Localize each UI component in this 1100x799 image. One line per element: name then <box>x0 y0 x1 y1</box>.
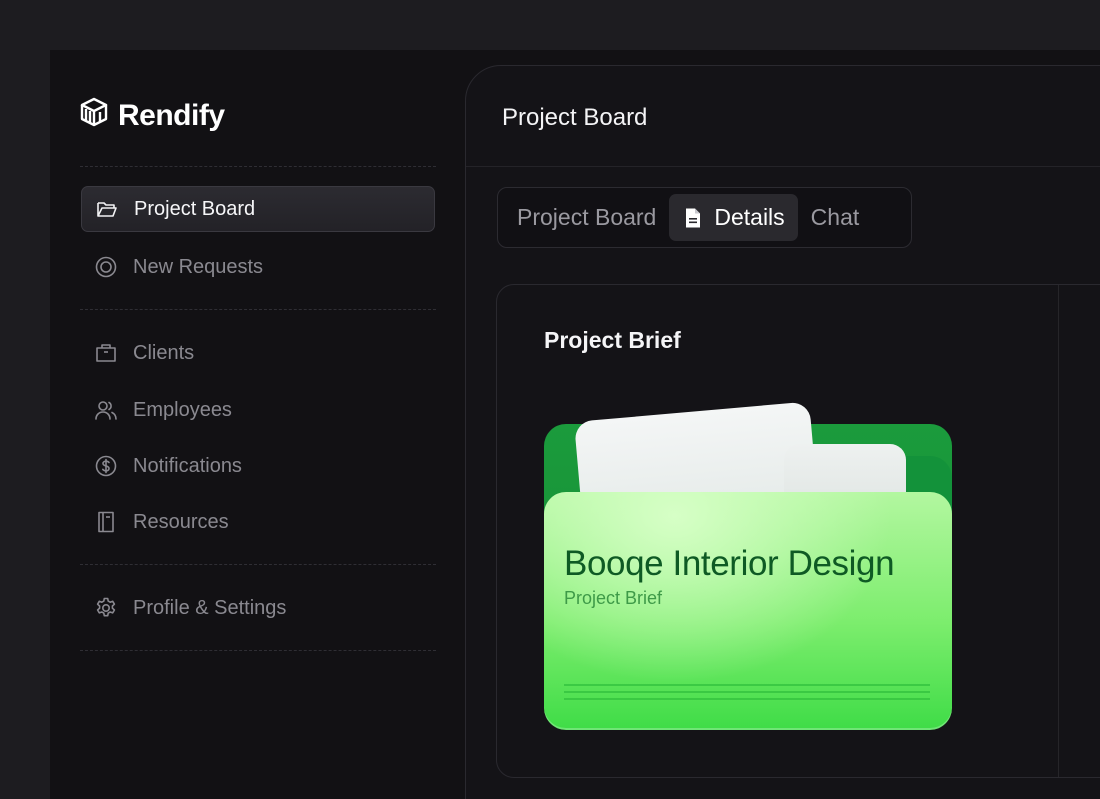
gear-icon <box>94 596 118 620</box>
sidebar-item-label: Notifications <box>133 454 242 477</box>
sidebar-item-profile-settings[interactable]: Profile & Settings <box>81 585 435 631</box>
sidebar-item-label: Project Board <box>134 197 256 220</box>
sidebar-divider <box>80 309 436 310</box>
main-panel: Project Board Project Board Details Chat… <box>465 65 1100 799</box>
sidebar-item-resources[interactable]: Resources <box>81 499 435 545</box>
tab-label: Project Board <box>517 204 657 230</box>
sidebar-item-clients[interactable]: Clients <box>81 330 435 376</box>
document-icon <box>682 207 704 229</box>
sidebar-item-label: New Requests <box>133 255 264 278</box>
tab-label: Chat <box>810 204 860 230</box>
folder-open-icon <box>95 197 119 221</box>
project-brief-card: Project Brief Booqe Interior Design Proj… <box>496 284 1100 778</box>
folder-front: Booqe Interior Design Project Brief <box>544 492 952 730</box>
brand[interactable]: Rendify <box>79 96 225 135</box>
folder-heading: Booqe Interior Design <box>564 544 895 583</box>
brand-name: Rendify <box>118 98 225 132</box>
users-icon <box>94 398 118 422</box>
project-folder[interactable]: Booqe Interior Design Project Brief <box>544 401 952 730</box>
sidebar-item-label: Employees <box>133 398 232 421</box>
dollar-circle-icon <box>94 454 118 478</box>
main-header: Project Board <box>466 66 1100 167</box>
sidebar-item-label: Resources <box>133 510 229 533</box>
sidebar-divider <box>80 166 436 167</box>
tab-bar: Project Board Details Chat <box>497 187 912 248</box>
tab-details[interactable]: Details <box>669 194 798 241</box>
sidebar: Rendify Project Board New Requests Clien… <box>50 50 465 799</box>
folder-subtitle: Project Brief <box>564 588 663 608</box>
tab-project-board[interactable]: Project Board <box>504 194 669 241</box>
tab-label: Details <box>714 204 785 230</box>
folder-line <box>564 684 930 686</box>
sidebar-divider <box>80 650 436 651</box>
briefcase-icon <box>94 341 118 365</box>
card-divider <box>1058 285 1059 777</box>
target-icon <box>94 255 118 279</box>
sidebar-item-new-requests[interactable]: New Requests <box>81 244 435 290</box>
sidebar-item-notifications[interactable]: Notifications <box>81 443 435 489</box>
folder-line <box>564 698 930 700</box>
sidebar-divider <box>80 564 436 565</box>
sidebar-item-label: Profile & Settings <box>133 596 287 619</box>
book-icon <box>94 510 118 534</box>
app-window: Rendify Project Board New Requests Clien… <box>50 50 1100 799</box>
layers-logo-icon <box>79 96 109 135</box>
page-title: Project Board <box>502 104 648 131</box>
tab-chat[interactable]: Chat <box>798 194 873 241</box>
folder-line <box>564 691 930 693</box>
card-title: Project Brief <box>544 327 681 353</box>
sidebar-item-employees[interactable]: Employees <box>81 387 435 433</box>
sidebar-item-project-board[interactable]: Project Board <box>81 186 435 232</box>
sidebar-item-label: Clients <box>133 341 195 364</box>
